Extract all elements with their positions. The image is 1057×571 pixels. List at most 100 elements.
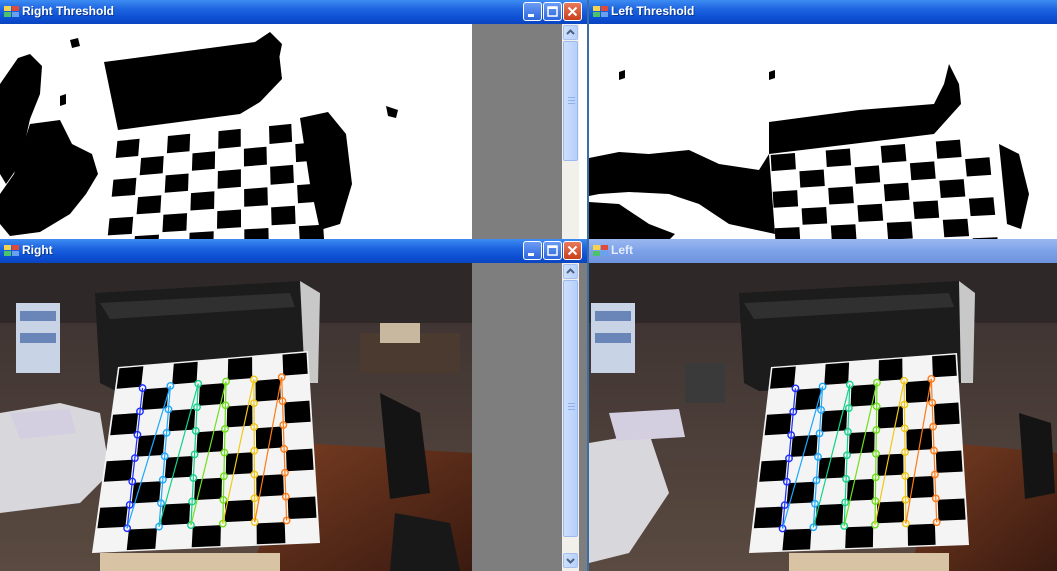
scroll-up-arrow-icon [566, 29, 575, 35]
scroll-down-button[interactable] [563, 553, 578, 568]
checker-square [256, 522, 286, 545]
opencv-window-icon [593, 6, 608, 17]
checker-square [933, 402, 960, 426]
checker-square [845, 526, 874, 549]
left-window[interactable]: Left [589, 239, 1057, 571]
checker-square [937, 498, 966, 521]
checker-square [801, 207, 828, 225]
checker-square [821, 409, 848, 432]
left-threshold-client [589, 24, 1057, 240]
checker-square [270, 164, 294, 185]
maximize-button[interactable] [543, 241, 562, 260]
scroll-up-button[interactable] [563, 25, 578, 40]
checker-square [136, 195, 162, 215]
checker-square [913, 200, 940, 219]
checker-square [286, 448, 314, 472]
vertical-scrollbar[interactable] [562, 263, 579, 571]
checker-square [103, 459, 133, 482]
checker-square [217, 209, 241, 229]
checker-square [883, 182, 910, 202]
checker-square [161, 503, 191, 526]
checker-square [770, 366, 796, 389]
scroll-thumb[interactable] [563, 280, 578, 537]
minimize-button[interactable] [523, 2, 542, 21]
opencv-window-icon [593, 245, 608, 256]
checker-square [190, 191, 215, 211]
maximize-button[interactable] [543, 2, 562, 21]
checker-square [110, 413, 139, 436]
image-padding-area [472, 24, 562, 240]
minimize-button[interactable] [523, 241, 542, 260]
checker-square [111, 177, 137, 197]
right-camera-image [0, 263, 472, 571]
checker-square [764, 413, 792, 436]
close-icon [567, 6, 578, 17]
checker-square [164, 173, 189, 193]
checker-square [909, 161, 936, 181]
checker-square [857, 203, 884, 222]
checker-square [115, 138, 140, 158]
right-window[interactable]: Right [0, 239, 587, 571]
checker-square [166, 133, 191, 154]
checker-square [824, 362, 850, 385]
right-threshold-title: Right Threshold [22, 4, 114, 18]
checker-square [218, 128, 241, 149]
checker-square [878, 406, 903, 429]
close-icon [567, 245, 578, 256]
checker-square [965, 157, 992, 177]
right-threshold-titlebar[interactable]: Right Threshold [0, 0, 587, 24]
maximize-icon [547, 6, 558, 17]
checker-square [116, 366, 144, 389]
checker-square [854, 165, 881, 184]
vertical-scrollbar[interactable] [562, 24, 579, 240]
checker-square [968, 197, 996, 217]
left-threshold-titlebar[interactable]: Left Threshold [589, 0, 1057, 24]
checker-square [905, 380, 931, 403]
checker-square [878, 358, 903, 382]
checker-square [139, 156, 164, 176]
checker-square [282, 352, 308, 376]
checker-square [942, 218, 970, 238]
checker-square [876, 501, 904, 524]
scroll-up-button[interactable] [563, 264, 578, 279]
checker-square [299, 224, 325, 240]
checker-square [907, 523, 936, 546]
opencv-window-icon [4, 245, 19, 256]
checker-square [828, 186, 854, 205]
checker-square [886, 221, 913, 240]
left-threshold-image [589, 24, 1057, 240]
left-threshold-window[interactable]: Left Threshold [589, 0, 1057, 240]
left-titlebar[interactable]: Left [589, 239, 1057, 263]
checker-square [935, 450, 963, 473]
checker-square [97, 506, 128, 529]
checker-square [770, 153, 796, 172]
left-client [589, 263, 1057, 571]
checker-square [287, 496, 317, 519]
right-threshold-window[interactable]: Right Threshold [0, 0, 587, 240]
checker-square [164, 456, 193, 479]
checker-square [255, 378, 281, 402]
right-threshold-client [0, 24, 587, 240]
checker-square [759, 459, 788, 482]
right-client [0, 263, 587, 571]
right-titlebar[interactable]: Right [0, 239, 587, 263]
checker-square [939, 179, 966, 198]
checker-square [772, 190, 799, 208]
close-button[interactable] [563, 241, 582, 260]
right-title: Right [22, 243, 53, 257]
scroll-down-arrow-icon [566, 558, 575, 564]
checker-square [107, 216, 134, 236]
checker-square [172, 361, 198, 385]
checker-square [782, 528, 812, 551]
checker-square [295, 142, 319, 163]
close-button[interactable] [563, 2, 582, 21]
right-threshold-image [0, 24, 472, 240]
checker-square [825, 148, 852, 167]
opencv-window-icon [4, 6, 19, 17]
scroll-thumb[interactable] [563, 41, 578, 161]
checker-square [271, 205, 296, 226]
checker-square [243, 146, 267, 167]
checker-square [162, 213, 188, 233]
maximize-icon [547, 245, 558, 256]
checker-square [227, 357, 253, 380]
